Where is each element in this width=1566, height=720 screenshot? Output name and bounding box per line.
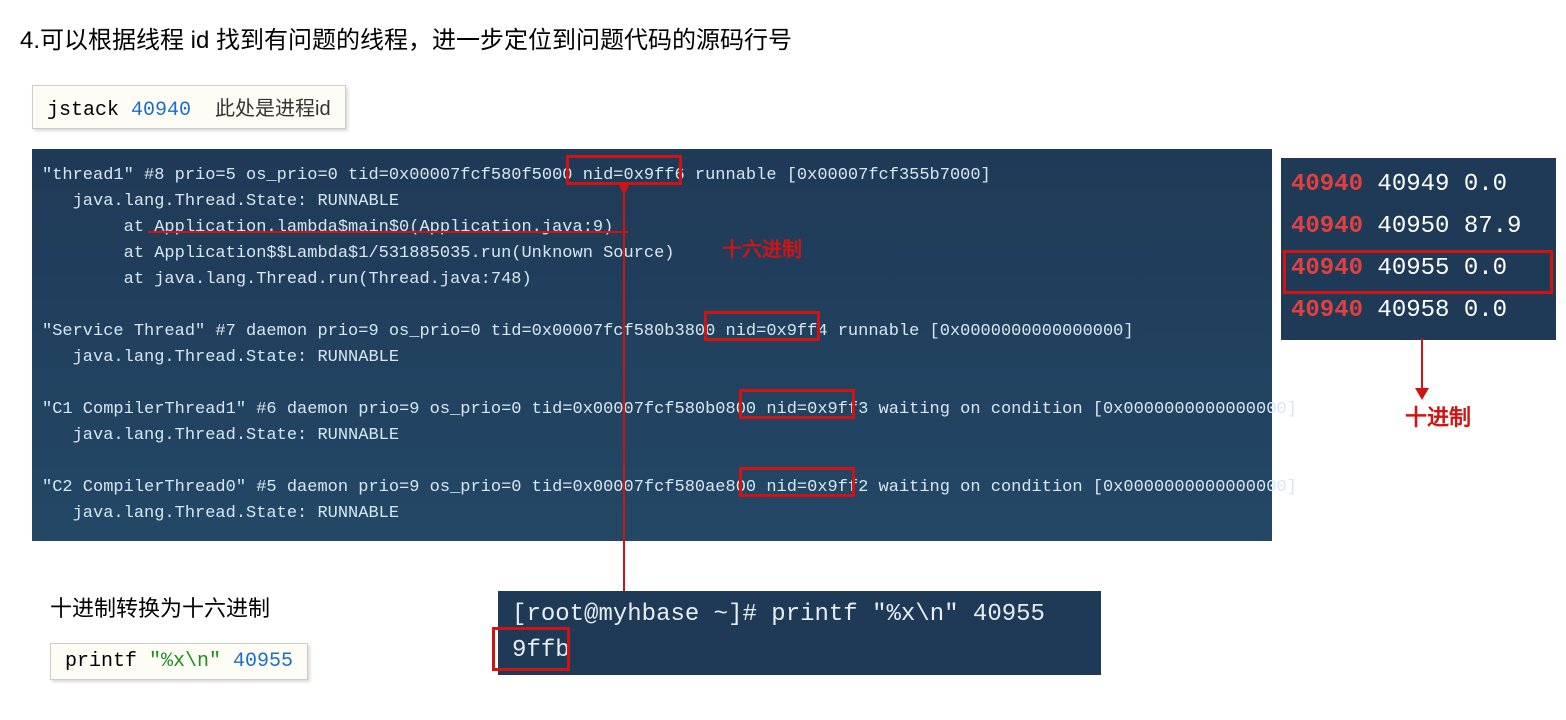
printf-terminal: [root@myhbase ~]# printf "%x\n" 40955 9f… [498,591,1101,675]
top-thread-list: 40940 40949 0.040940 40950 87.9 40940 409… [1281,158,1556,340]
printf-fmt: "%x\n" [149,650,233,673]
highlight-nid-9ff2 [739,467,855,497]
jstack-command-box: jstack 40940 此处是进程id [32,85,346,129]
jstack-note: 此处是进程id [215,98,331,120]
highlight-row-40955 [1283,250,1553,294]
highlight-nid-9ff4 [704,311,820,341]
highlight-source-line [148,231,628,233]
thread-row: 40940 40958 0.0 [1291,290,1546,332]
printf-arg: 40955 [233,650,293,673]
printf-line-result: 9ffb [512,633,1087,669]
thread-row: 40940 40949 0.0 [1291,164,1546,206]
thread-row: 40940 40950 87.9 [1291,206,1546,248]
step-heading: 4.可以根据线程 id 找到有问题的线程，进一步定位到问题代码的源码行号 [20,20,1546,55]
annotation-hex: 十六进制 [722,237,802,263]
printf-line-cmd: [root@myhbase ~]# printf "%x\n" 40955 [512,597,1087,633]
conversion-label: 十进制转换为十六进制 [50,591,308,623]
printf-command-box: printf "%x\n" 40955 [50,643,308,680]
jstack-cmd: jstack [47,99,131,122]
jstack-pid: 40940 [131,99,191,122]
highlight-hex-result [492,627,570,671]
printf-cmd: printf [65,650,149,673]
highlight-nid-9ff6 [566,155,682,185]
jstack-output-terminal: "thread1" #8 prio=5 os_prio=0 tid=0x0000… [32,149,1272,541]
annotation-decimal: 十进制 [1405,400,1471,432]
highlight-nid-9ff3 [739,389,855,419]
